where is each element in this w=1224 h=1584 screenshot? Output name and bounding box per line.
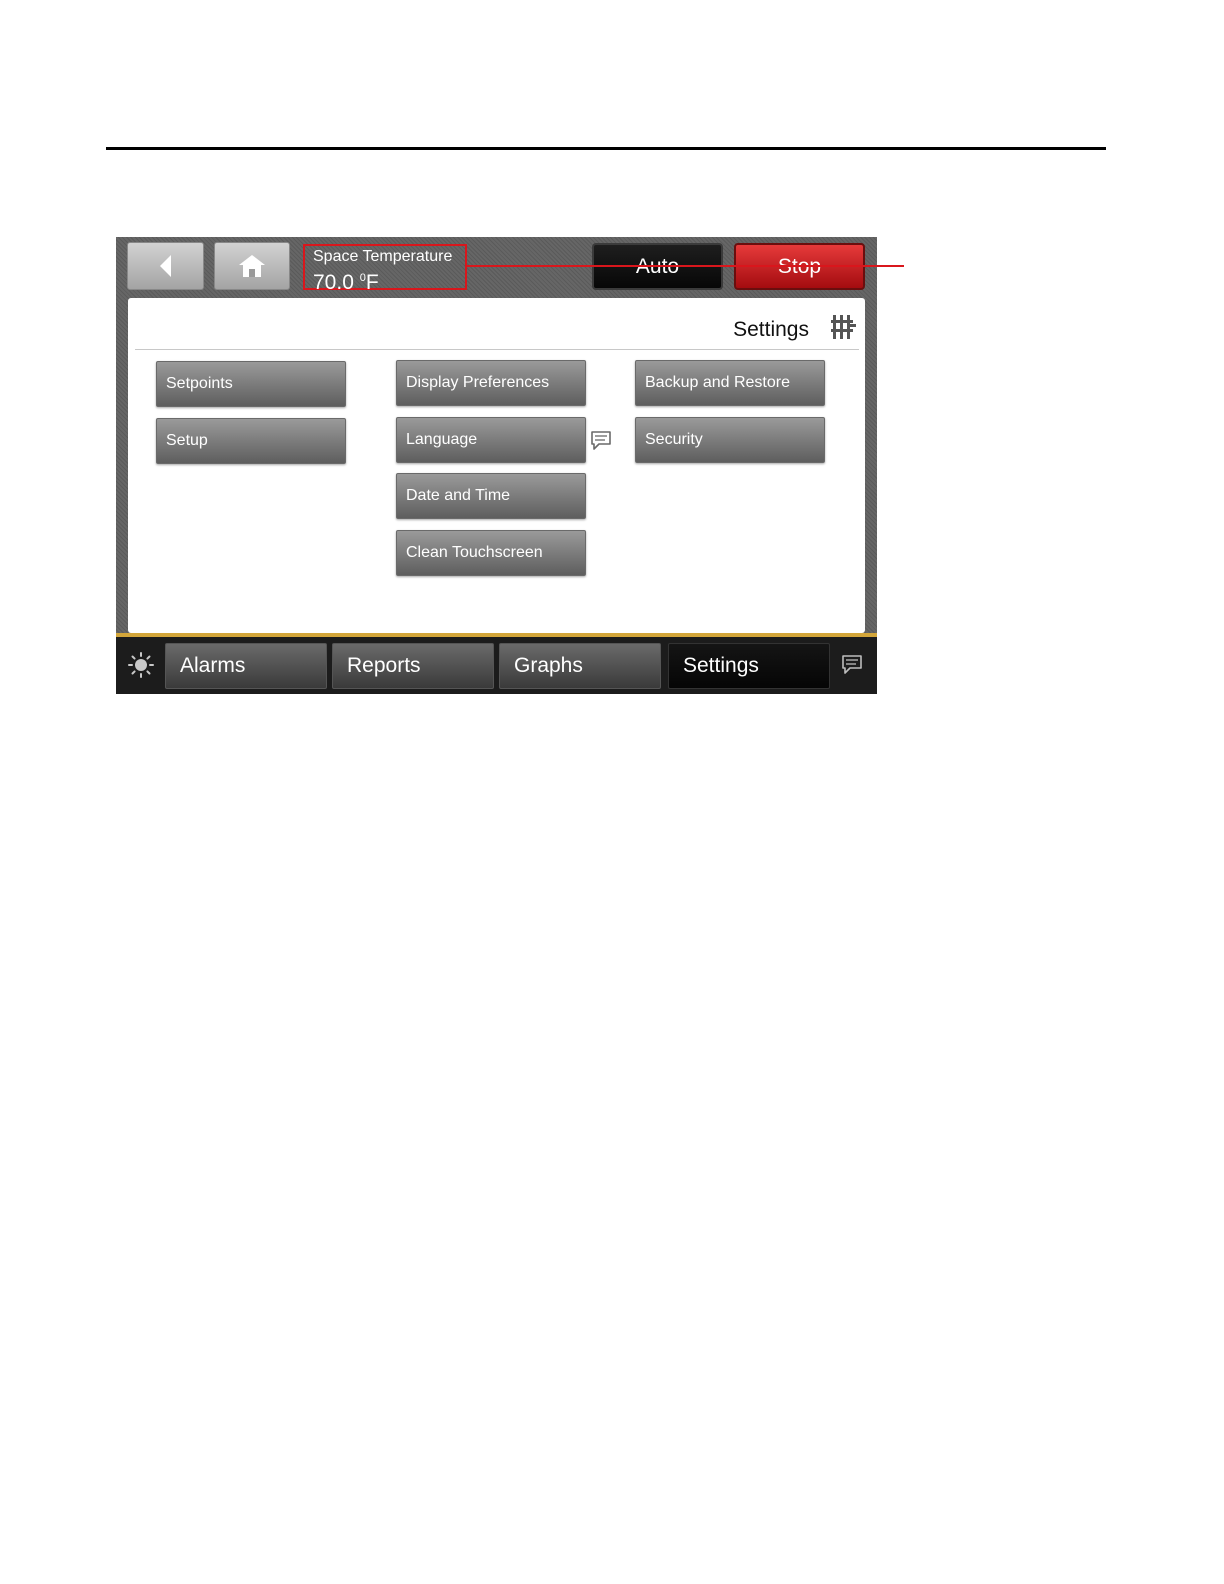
message-icon[interactable]: [590, 430, 612, 452]
backup-and-restore-label: Backup and Restore: [645, 374, 790, 391]
tab-settings[interactable]: Settings: [668, 643, 830, 689]
page-rule: [106, 147, 1106, 150]
display-preferences-button[interactable]: Display Preferences: [396, 360, 586, 406]
tab-alarms[interactable]: Alarms: [165, 643, 327, 689]
panel-title: Settings: [733, 318, 809, 341]
date-and-time-button[interactable]: Date and Time: [396, 473, 586, 519]
panel-divider: [135, 349, 859, 350]
security-button[interactable]: Security: [635, 417, 825, 463]
setup-label: Setup: [166, 432, 208, 449]
callout-line: [467, 265, 904, 267]
home-button[interactable]: [214, 242, 290, 290]
space-temperature-readout: Space Temperature 70.0 0F: [303, 244, 467, 294]
language-label: Language: [406, 431, 478, 448]
display-preferences-label: Display Preferences: [406, 374, 550, 391]
clean-touchscreen-button[interactable]: Clean Touchscreen: [396, 530, 586, 576]
message-icon[interactable]: [841, 654, 863, 676]
sun-icon[interactable]: [128, 652, 154, 678]
tab-reports-label: Reports: [347, 654, 421, 677]
security-label: Security: [645, 431, 703, 448]
home-icon: [239, 255, 265, 277]
tab-graphs-label: Graphs: [514, 654, 583, 677]
language-button[interactable]: Language: [396, 417, 586, 463]
sensor-value: 70.0 0F: [313, 271, 379, 294]
tab-graphs[interactable]: Graphs: [499, 643, 661, 689]
tab-alarms-label: Alarms: [180, 654, 246, 677]
bottom-nav-bar: Alarms Reports Graphs Settings: [116, 637, 877, 694]
setpoints-label: Setpoints: [166, 375, 233, 392]
setpoints-button[interactable]: Setpoints: [156, 361, 346, 407]
clean-touchscreen-label: Clean Touchscreen: [406, 544, 543, 561]
chevron-left-icon: [159, 255, 171, 277]
sliders-icon: [831, 315, 856, 339]
tab-reports[interactable]: Reports: [332, 643, 494, 689]
back-button[interactable]: [127, 242, 204, 290]
setup-button[interactable]: Setup: [156, 418, 346, 464]
date-and-time-label: Date and Time: [406, 487, 511, 504]
tab-settings-label: Settings: [683, 654, 759, 677]
settings-panel: Settings Setpoints Setup Display Prefere…: [128, 298, 865, 633]
touchscreen-display: Space Temperature 70.0 0F Auto Stop Sett…: [116, 237, 877, 694]
sensor-label: Space Temperature: [313, 248, 453, 265]
backup-and-restore-button[interactable]: Backup and Restore: [635, 360, 825, 406]
